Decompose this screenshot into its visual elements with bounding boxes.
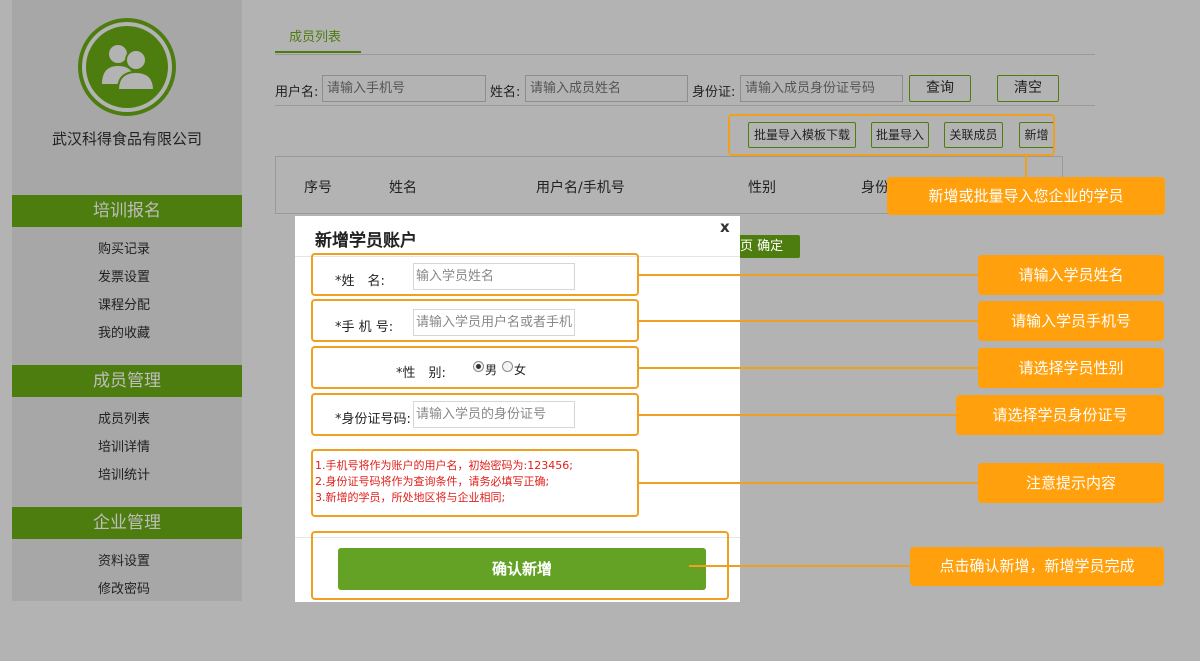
users-icon [86,26,168,108]
annotation-notice: 注意提示内容 [978,463,1164,503]
annotation-connector [1025,156,1027,178]
pager-confirm-label: 确定 [757,239,784,254]
username-filter-label: 用户名: [275,85,319,100]
annotation-phone: 请输入学员手机号 [978,301,1164,341]
pager-confirm[interactable]: 页 确定 [738,235,800,258]
name-filter-input[interactable] [525,75,688,102]
annotation-box-gender [311,346,639,389]
sidebar-item-favorites[interactable]: 我的收藏 [98,322,150,341]
section-training-signup[interactable]: 培训报名 [12,195,242,227]
annotation-id: 请选择学员身份证号 [956,395,1164,435]
username-filter-input[interactable] [322,75,486,102]
close-icon[interactable]: x [720,218,730,236]
col-gender: 性别 [748,180,776,196]
sidebar-item-course-allocation[interactable]: 课程分配 [98,294,150,313]
sidebar-item-training-stats[interactable]: 培训统计 [98,464,150,483]
section-member-management[interactable]: 成员管理 [12,365,242,397]
annotation-confirm: 点击确认新增，新增学员完成 [910,547,1164,586]
filter-divider [275,105,1095,106]
annotation-box-confirm [311,531,729,600]
annotation-box-actions [728,114,1055,156]
sidebar-item-invoice-settings[interactable]: 发票设置 [98,266,150,285]
pager-page-suffix: 页 [740,239,754,254]
annotation-box-notice [311,449,639,517]
id-filter-input[interactable] [740,75,903,102]
annotation-box-name [311,253,639,296]
col-name: 姓名 [389,180,417,196]
col-username-phone: 用户名/手机号 [536,180,625,196]
annotation-box-id [311,393,639,436]
name-filter-label: 姓名: [490,85,521,100]
sidebar-item-member-list[interactable]: 成员列表 [98,408,150,427]
annotation-connector [639,367,978,369]
sidebar-item-purchase-records[interactable]: 购买记录 [98,238,150,257]
modal-title: 新增学员账户 [315,231,417,251]
annotation-name: 请输入学员姓名 [978,255,1164,295]
tab-member-list[interactable]: 成员列表 [289,26,341,45]
annotation-connector [639,320,978,322]
sidebar-item-profile-settings[interactable]: 资料设置 [98,550,150,569]
annotation-gender: 请选择学员性别 [978,348,1164,388]
col-index: 序号 [304,180,332,196]
sidebar-item-training-details[interactable]: 培训详情 [98,436,150,455]
tab-divider [275,54,1095,55]
clear-button[interactable]: 清空 [997,75,1059,102]
annotation-connector [639,482,978,484]
section-enterprise-management[interactable]: 企业管理 [12,507,242,539]
id-filter-label: 身份证: [692,85,736,100]
annotation-connector [639,274,978,276]
annotation-connector [639,414,956,416]
query-button[interactable]: 查询 [909,75,971,102]
annotation-connector [689,565,910,567]
col-id: 身份 [861,180,889,196]
tab-active-indicator [275,51,361,53]
annotation-add: 新增或批量导入您企业的学员 [887,177,1165,215]
company-name: 武汉科得食品有限公司 [51,130,202,148]
sidebar-item-change-password[interactable]: 修改密码 [98,578,150,597]
annotation-box-phone [311,299,639,342]
